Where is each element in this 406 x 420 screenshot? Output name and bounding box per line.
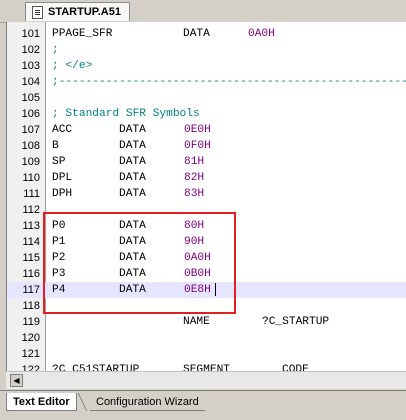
- code-line[interactable]: 119 NAME ?C_STARTUP: [7, 314, 406, 330]
- code-value: 0A0H: [248, 28, 275, 40]
- editor-mode-tabs: Text Editor Configuration Wizard: [0, 390, 406, 420]
- line-number: 105: [21, 92, 40, 104]
- code-line[interactable]: 121: [7, 346, 406, 362]
- code-label: P2: [52, 252, 66, 264]
- code-value: 80H: [184, 220, 205, 232]
- code-directive: SEGMENT: [183, 364, 230, 371]
- tab-startup-a51[interactable]: STARTUP.A51: [25, 2, 130, 21]
- code-comment: ; </e>: [52, 60, 93, 72]
- line-number: 108: [21, 140, 40, 152]
- code-label: B: [52, 140, 59, 152]
- line-number: 109: [21, 156, 40, 168]
- code-line[interactable]: 109 SP DATA 81H: [7, 154, 406, 170]
- code-line[interactable]: 106 ; Standard SFR Symbols: [7, 106, 406, 122]
- code-line[interactable]: 116 P3 DATA 0B0H: [7, 266, 406, 282]
- code-directive: DATA: [119, 220, 146, 232]
- code-line[interactable]: 114 P1 DATA 90H: [7, 234, 406, 250]
- code-value: 0E8H: [184, 284, 211, 296]
- code-value: 83H: [184, 188, 205, 200]
- code-directive: DATA: [119, 188, 146, 200]
- code-directive: DATA: [119, 156, 146, 168]
- line-number: 107: [21, 124, 40, 136]
- code-directive: DATA: [119, 124, 146, 136]
- code-comment: ; Standard SFR Symbols: [52, 108, 200, 120]
- code-line[interactable]: 115 P2 DATA 0A0H: [7, 250, 406, 266]
- code-label: SP: [52, 156, 66, 168]
- tab-text-editor[interactable]: Text Editor: [6, 393, 77, 411]
- file-tab-label: STARTUP.A51: [48, 6, 121, 18]
- line-number: 122: [21, 364, 40, 371]
- code-directive: DATA: [119, 140, 146, 152]
- line-number: 114: [22, 236, 40, 248]
- code-value: 0E0H: [184, 124, 211, 136]
- code-value: ?C_STARTUP: [262, 316, 330, 328]
- code-line[interactable]: 105: [7, 90, 406, 106]
- code-line[interactable]: 103 ; </e>: [7, 58, 406, 74]
- code-value: 0A0H: [184, 252, 211, 264]
- code-line[interactable]: 112: [7, 202, 406, 218]
- code-directive: DATA: [119, 284, 146, 296]
- code-editor[interactable]: 101 PPAGE_SFR DATA 0A0H 102; 103 ; </e> 104 ;---…: [6, 22, 406, 371]
- code-directive: DATA: [119, 252, 146, 264]
- line-number: 103: [21, 60, 40, 72]
- horizontal-scrollbar[interactable]: ◀: [6, 371, 406, 389]
- code-line[interactable]: 122 ?C_C51STARTUP SEGMENT CODE: [7, 362, 406, 371]
- code-comment: ;---------------------------------------…: [52, 76, 406, 88]
- code-label: ?C_C51STARTUP: [52, 364, 140, 371]
- line-number: 118: [22, 300, 40, 312]
- code-line[interactable]: 118: [7, 298, 406, 314]
- file-icon: [32, 5, 43, 19]
- line-number: 119: [22, 316, 40, 328]
- code-directive: DATA: [119, 236, 146, 248]
- line-number: 112: [22, 204, 40, 216]
- text-cursor: [215, 282, 216, 298]
- line-number: 106: [21, 108, 40, 120]
- line-number: 117: [22, 284, 40, 296]
- code-value: 90H: [184, 236, 205, 248]
- file-tab-bar: STARTUP.A51: [0, 0, 406, 23]
- scroll-left-icon[interactable]: ◀: [10, 374, 23, 387]
- line-number: 102: [21, 44, 40, 56]
- code-line[interactable]: 107 ACC DATA 0E0H: [7, 122, 406, 138]
- tab-configuration-wizard[interactable]: Configuration Wizard: [90, 393, 205, 411]
- line-number: 115: [22, 252, 40, 264]
- line-number: 120: [21, 332, 40, 344]
- code-label: P3: [52, 268, 66, 280]
- line-number: 104: [21, 76, 40, 88]
- code-line[interactable]: 117 P4 DATA 0E8H: [7, 282, 406, 298]
- code-label: DPH: [52, 188, 73, 200]
- code-label: P1: [52, 236, 66, 248]
- code-line[interactable]: 111 DPH DATA 83H: [7, 186, 406, 202]
- code-directive: NAME: [183, 316, 210, 328]
- line-number: 111: [23, 188, 40, 200]
- code-comment: ;: [52, 44, 59, 56]
- code-line[interactable]: 110 DPL DATA 82H: [7, 170, 406, 186]
- code-value: CODE: [282, 364, 309, 371]
- code-line[interactable]: 113 P0 DATA 80H: [7, 218, 406, 234]
- code-label: DPL: [52, 172, 73, 184]
- code-line[interactable]: 104 ;------------------------------------…: [7, 74, 406, 90]
- code-value: 0B0H: [184, 268, 211, 280]
- code-value: 81H: [184, 156, 205, 168]
- code-directive: DATA: [183, 28, 210, 40]
- code-directive: DATA: [119, 268, 146, 280]
- line-number: 110: [22, 172, 40, 184]
- code-value: 82H: [184, 172, 205, 184]
- code-line[interactable]: 120: [7, 330, 406, 346]
- line-number: 101: [21, 28, 40, 40]
- line-number: 116: [22, 268, 40, 280]
- code-directive: DATA: [119, 172, 146, 184]
- line-number: 113: [22, 220, 40, 232]
- line-number: 121: [21, 348, 40, 360]
- code-label: PPAGE_SFR: [52, 28, 113, 40]
- code-line[interactable]: 101 PPAGE_SFR DATA 0A0H: [7, 26, 406, 42]
- code-line[interactable]: 108 B DATA 0F0H: [7, 138, 406, 154]
- code-line[interactable]: 102;: [7, 42, 406, 58]
- code-label: ACC: [52, 124, 73, 136]
- code-value: 0F0H: [184, 140, 211, 152]
- code-label: P4: [52, 284, 66, 296]
- code-label: P0: [52, 220, 66, 232]
